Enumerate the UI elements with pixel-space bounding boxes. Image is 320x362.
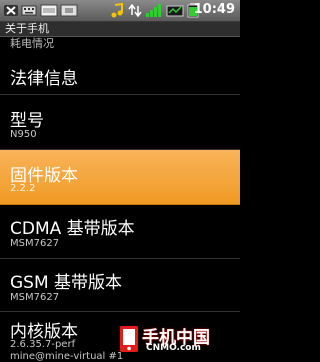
- list-item-summary: MSM7627: [10, 292, 60, 303]
- sd-card-icon-2: [60, 4, 78, 17]
- usb-debug-icon: [4, 5, 18, 16]
- list-item-cdma-baseband[interactable]: CDMA 基带版本 MSM7627: [0, 205, 240, 259]
- signal-bars-icon: [146, 4, 161, 17]
- list-item-summary: 2.6.35.7-perf: [10, 339, 76, 350]
- list-item-summary: 2.2.2: [10, 183, 36, 194]
- list-item-title: 法律信息: [10, 69, 78, 89]
- list-item-legal-info[interactable]: 法律信息: [0, 47, 240, 95]
- list-item-title: CDMA 基带版本: [10, 219, 135, 239]
- sd-card-icon: [40, 4, 58, 17]
- status-time: 10:49: [193, 2, 235, 17]
- list-item-summary-2: mine@mine-virtual #1: [10, 351, 124, 362]
- list-item-summary: MSM7627: [10, 238, 60, 249]
- list-item-firmware-version[interactable]: 固件版本 2.2.2: [0, 150, 240, 205]
- list-item-title: GSM 基带版本: [10, 273, 123, 293]
- watermark-en-text: CNMO.com: [146, 343, 201, 353]
- page-title: 关于手机: [5, 22, 49, 35]
- list-item-gsm-baseband[interactable]: GSM 基带版本 MSM7627: [0, 259, 240, 312]
- cnmo-watermark: 手机中国 CNMO.com: [118, 324, 236, 356]
- keyboard-icon: [21, 5, 37, 16]
- music-note-icon: [111, 3, 123, 18]
- data-transfer-icon: [128, 3, 142, 18]
- list-item-title: 型号: [10, 111, 44, 131]
- cnmo-logo-icon: [120, 326, 138, 352]
- network-icon: [166, 5, 184, 17]
- status-bar: 10:49: [0, 0, 240, 22]
- list-item-summary: N950: [10, 129, 37, 140]
- list-item-model[interactable]: 型号 N950: [0, 95, 240, 150]
